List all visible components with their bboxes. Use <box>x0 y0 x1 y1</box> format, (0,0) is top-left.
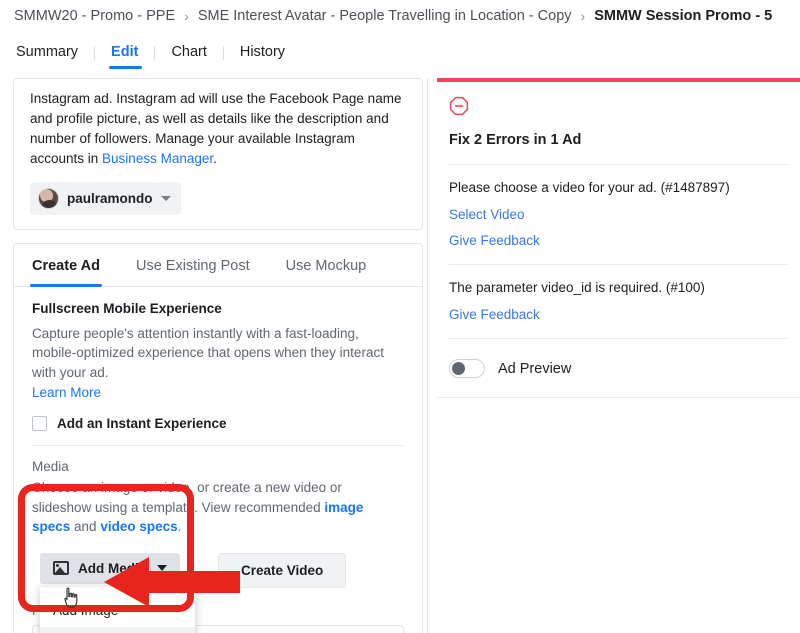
instagram-account-selector[interactable]: paulramondo <box>30 181 181 215</box>
section-divider <box>32 445 404 447</box>
media-section: Media Choose an image or video, or creat… <box>14 459 422 633</box>
chevron-down-icon <box>157 565 168 572</box>
add-instant-experience-checkbox[interactable] <box>32 416 47 432</box>
fullscreen-section-description: Capture people's attention instantly wit… <box>32 324 404 402</box>
media-section-label: Media <box>32 459 69 475</box>
media-description-text: Choose an image or video, or create a ne… <box>32 480 342 515</box>
add-media-dropdown: Add Image Add Video <box>40 586 195 633</box>
business-manager-link[interactable]: Business Manager <box>102 151 213 166</box>
media-section-description: Choose an image or video, or create a ne… <box>32 478 404 537</box>
select-video-link[interactable]: Select Video <box>449 207 788 222</box>
toggle-knob <box>452 362 465 375</box>
error-message: The parameter video_id is required. (#10… <box>449 280 705 295</box>
right-column: Fix 2 Errors in 1 Ad Please choose a vid… <box>437 78 800 398</box>
ad-preview-label: Ad Preview <box>498 360 572 377</box>
give-feedback-link[interactable]: Give Feedback <box>449 307 788 322</box>
create-ad-card: Create Ad Use Existing Post Use Mockup F… <box>13 242 423 633</box>
avatar <box>38 187 59 209</box>
panel-bottom-divider <box>437 397 800 398</box>
instagram-account-card: Instagram ad. Instagram ad will use the … <box>13 78 423 230</box>
image-icon <box>53 561 69 576</box>
tab-history[interactable]: History <box>224 44 301 69</box>
ad-preview-toggle[interactable] <box>449 359 485 378</box>
media-buttons-row: Add Media Create Video Add Image Add Vid… <box>32 552 404 633</box>
tab-use-existing-post[interactable]: Use Existing Post <box>118 258 268 286</box>
breadcrumb-item-campaign[interactable]: SMMW20 - Promo - PPE <box>14 8 175 24</box>
breadcrumb-item-adset[interactable]: SME Interest Avatar - People Travelling … <box>198 8 572 24</box>
error-message: Please choose a video for your ad. (#148… <box>449 180 730 195</box>
media-description-end: . <box>177 519 182 535</box>
media-description-and: and <box>70 519 101 535</box>
tab-chart[interactable]: Chart <box>155 44 222 69</box>
menu-item-add-video[interactable]: Add Video <box>40 626 195 633</box>
fullscreen-section-title: Fullscreen Mobile Experience <box>32 300 222 316</box>
breadcrumb-separator: › <box>580 8 586 24</box>
instagram-account-name: paulramondo <box>67 190 153 206</box>
instagram-description: Instagram ad. Instagram ad will use the … <box>30 89 406 169</box>
instagram-description-period: . <box>213 150 217 166</box>
main-tabbar: Summary Edit Chart History <box>14 44 301 74</box>
tab-create-ad[interactable]: Create Ad <box>14 258 118 287</box>
chevron-down-icon <box>160 195 171 201</box>
create-video-button[interactable]: Create Video <box>218 552 347 588</box>
add-instant-experience-row[interactable]: Add an Instant Experience <box>32 416 404 432</box>
add-media-button-label: Add Media <box>78 560 147 576</box>
error-octagon-icon <box>449 96 469 116</box>
tab-edit[interactable]: Edit <box>95 44 154 69</box>
give-feedback-link[interactable]: Give Feedback <box>449 233 788 248</box>
breadcrumb: SMMW20 - Promo - PPE › SME Interest Avat… <box>14 8 772 24</box>
error-panel-title: Fix 2 Errors in 1 Ad <box>449 132 582 148</box>
error-item-2: The parameter video_id is required. (#10… <box>437 265 800 322</box>
error-icon-wrapper <box>437 82 800 121</box>
error-panel: Fix 2 Errors in 1 Ad Please choose a vid… <box>437 78 800 398</box>
left-column: Instagram ad. Instagram ad will use the … <box>13 78 423 633</box>
error-item-1: Please choose a video for your ad. (#148… <box>437 165 800 248</box>
fullscreen-description-text: Capture people's attention instantly wit… <box>32 325 384 380</box>
tab-summary[interactable]: Summary <box>14 44 94 69</box>
add-media-button[interactable]: Add Media <box>40 552 181 584</box>
video-specs-link[interactable]: video specs <box>100 519 177 534</box>
breadcrumb-item-ad[interactable]: SMMW Session Promo - 5 <box>594 8 772 24</box>
menu-item-add-image[interactable]: Add Image <box>40 594 195 627</box>
fullscreen-mobile-section: Fullscreen Mobile Experience Capture peo… <box>14 300 422 432</box>
add-instant-experience-label: Add an Instant Experience <box>57 416 227 432</box>
app-root: SMMW20 - Promo - PPE › SME Interest Avat… <box>0 0 800 633</box>
breadcrumb-separator: › <box>184 8 189 24</box>
column-divider <box>427 78 428 633</box>
learn-more-link[interactable]: Learn More <box>32 385 101 400</box>
ad-preview-row: Ad Preview <box>437 339 800 378</box>
tab-use-mockup[interactable]: Use Mockup <box>268 258 385 286</box>
create-ad-tabbar: Create Ad Use Existing Post Use Mockup <box>14 244 422 287</box>
